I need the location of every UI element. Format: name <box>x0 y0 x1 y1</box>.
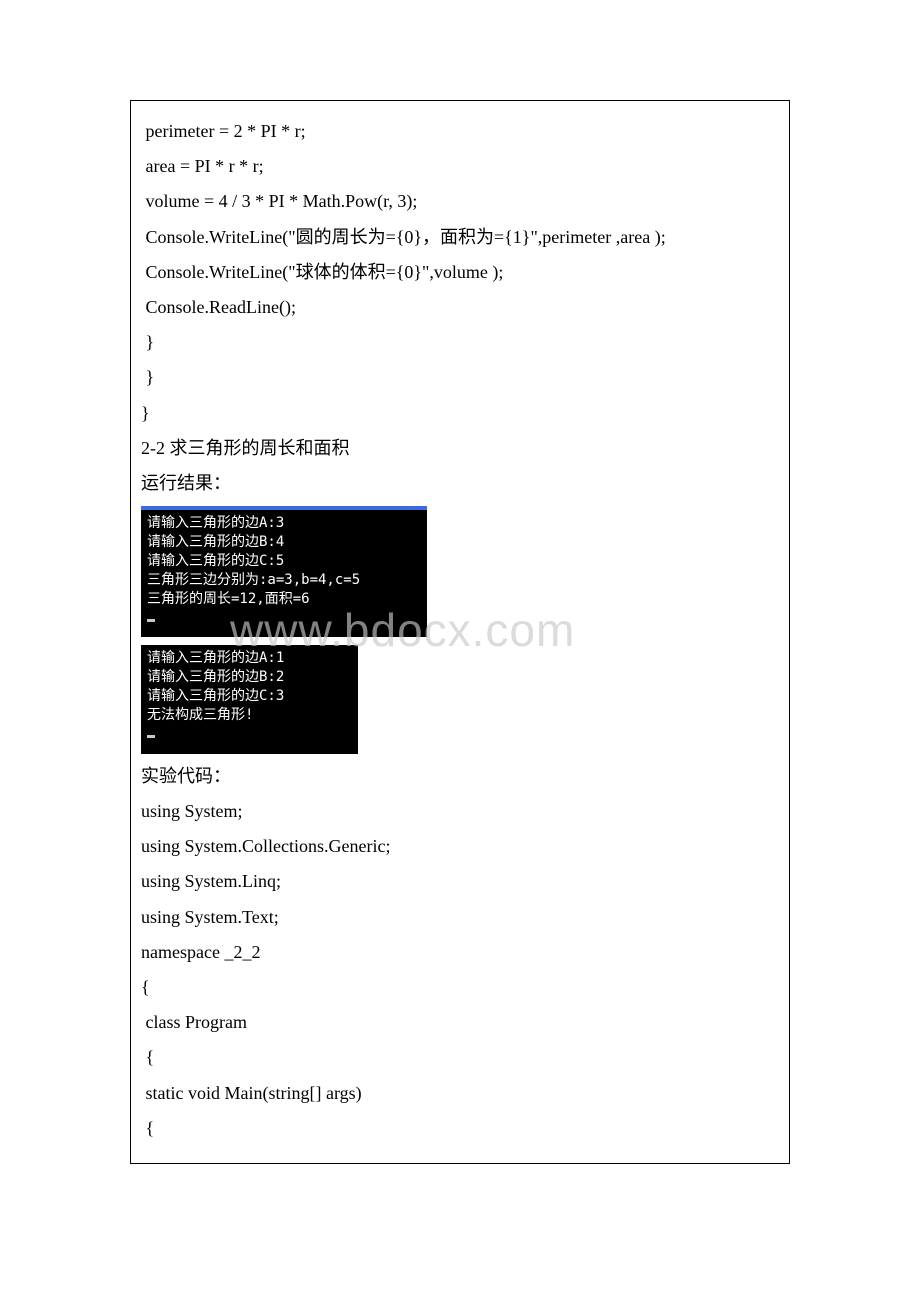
console-line: 三角形的周长=12,面积=6 <box>147 590 421 609</box>
code-line: volume = 4 / 3 * PI * Math.Pow(r, 3); <box>141 189 779 214</box>
content-frame: perimeter = 2 * PI * r; area = PI * r * … <box>130 100 790 1164</box>
console-line: 请输入三角形的边A:3 <box>147 514 421 533</box>
console-line: 请输入三角形的边C:5 <box>147 552 421 571</box>
code-line: area = PI * r * r; <box>141 154 779 179</box>
code-line: } <box>141 365 779 390</box>
code-line: namespace _2_2 <box>141 940 779 965</box>
code-line: } <box>141 401 779 426</box>
code-line: class Program <box>141 1010 779 1035</box>
code-line: using System.Linq; <box>141 869 779 894</box>
code-line: Console.WriteLine("圆的周长为={0}，面积为={1}",pe… <box>141 225 779 250</box>
console-line: 三角形三边分别为:a=3,b=4,c=5 <box>147 571 421 590</box>
cursor-icon <box>147 735 155 738</box>
cursor-icon <box>147 619 155 622</box>
code-line: { <box>141 1116 779 1141</box>
console-output-2: 请输入三角形的边A:1 请输入三角形的边B:2 请输入三角形的边C:3 无法构成… <box>141 645 358 753</box>
code-line: using System.Collections.Generic; <box>141 834 779 859</box>
code-line: { <box>141 975 779 1000</box>
code-line: } <box>141 330 779 355</box>
console-line: 请输入三角形的边C:3 <box>147 687 352 706</box>
code-label: 实验代码： <box>141 764 779 789</box>
code-line: using System.Text; <box>141 905 779 930</box>
console-line: 请输入三角形的边B:4 <box>147 533 421 552</box>
run-result-label: 运行结果： <box>141 471 779 496</box>
code-line: perimeter = 2 * PI * r; <box>141 119 779 144</box>
code-line: Console.WriteLine("球体的体积={0}",volume ); <box>141 260 779 285</box>
section-heading: 2-2 求三角形的周长和面积 <box>141 436 779 461</box>
code-line: Console.ReadLine(); <box>141 295 779 320</box>
document-page: www.bdocx.com perimeter = 2 * PI * r; ar… <box>0 0 920 1224</box>
console-line: 无法构成三角形! <box>147 706 352 725</box>
console-output-1: 请输入三角形的边A:3 请输入三角形的边B:4 请输入三角形的边C:5 三角形三… <box>141 506 427 637</box>
code-line: using System; <box>141 799 779 824</box>
console-line: 请输入三角形的边A:1 <box>147 649 352 668</box>
console-line: 请输入三角形的边B:2 <box>147 668 352 687</box>
code-line: { <box>141 1045 779 1070</box>
code-line: static void Main(string[] args) <box>141 1081 779 1106</box>
